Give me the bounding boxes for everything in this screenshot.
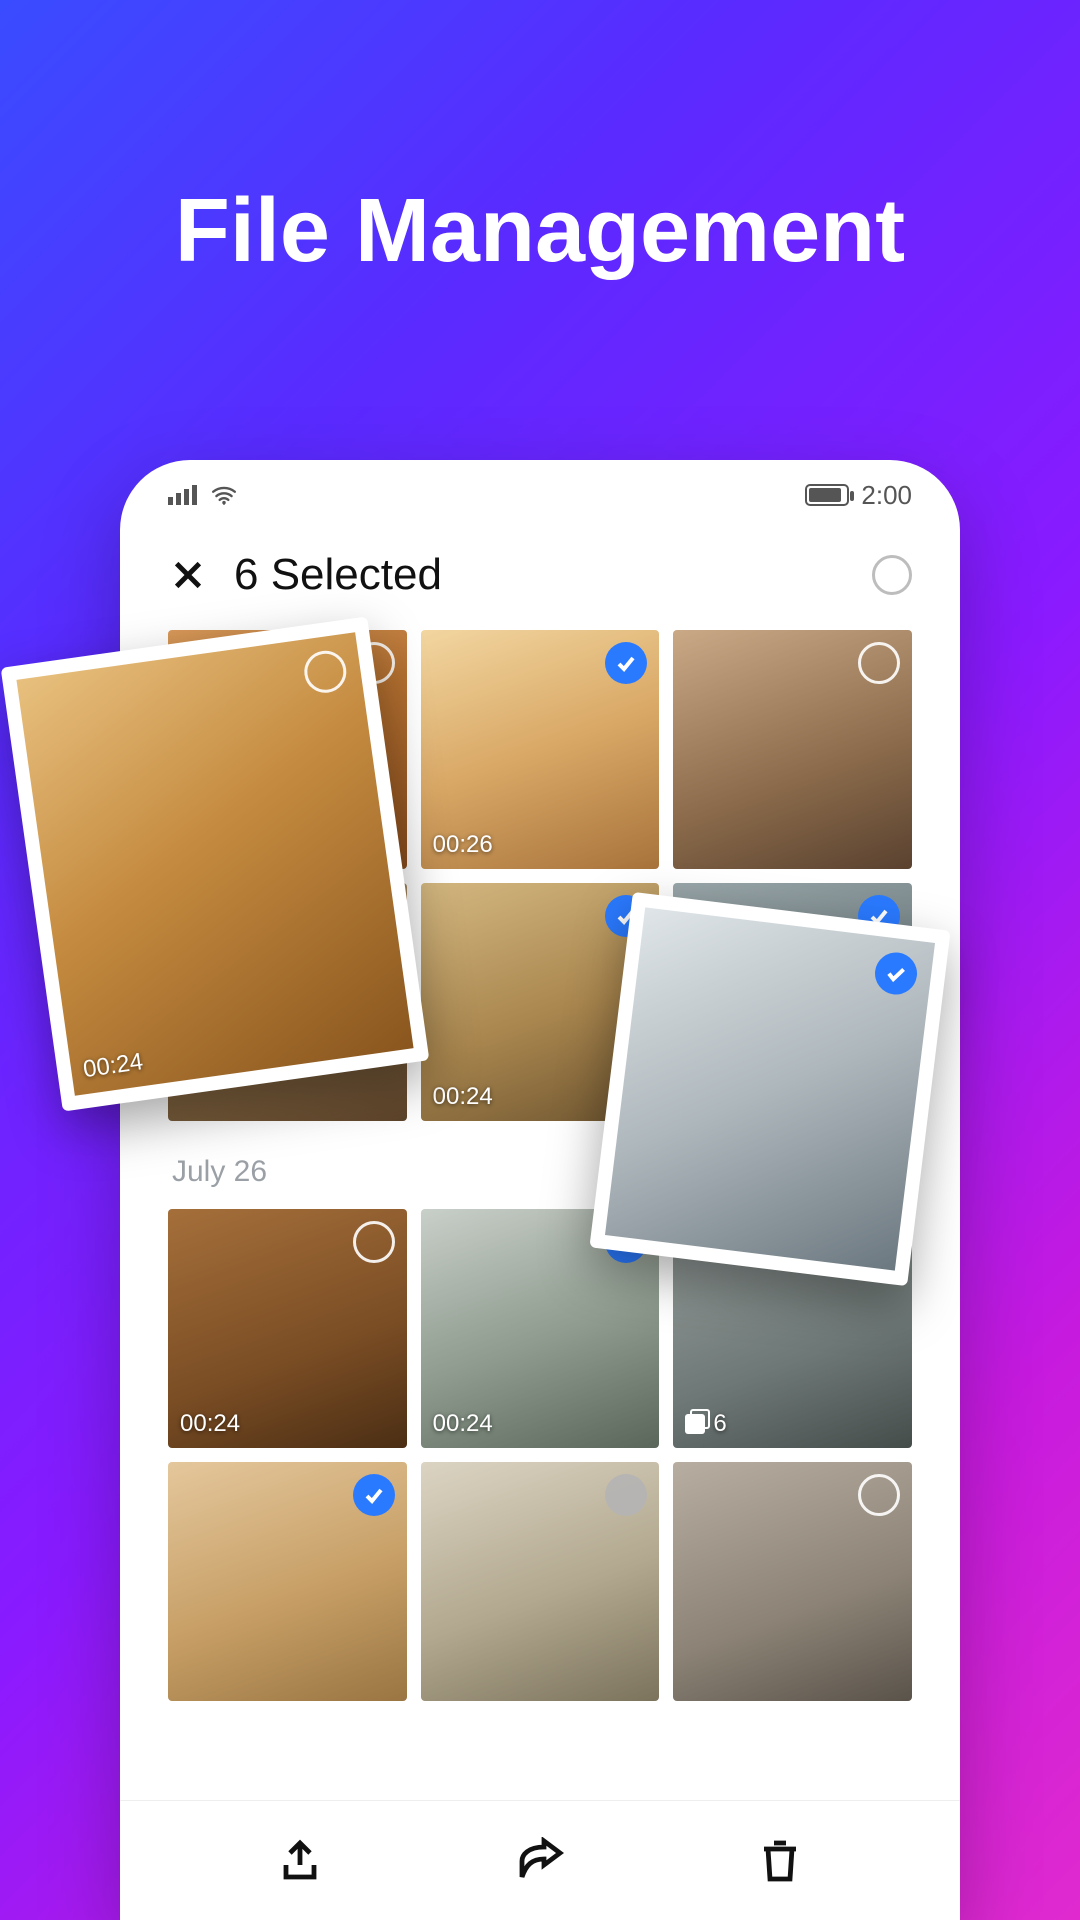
photo-stack-count-badge: 6 (685, 1410, 726, 1438)
photo-thumb[interactable] (421, 1462, 660, 1701)
status-bar: 2:00 (120, 460, 960, 530)
selection-indicator-checked (873, 950, 920, 997)
close-button[interactable] (168, 555, 208, 595)
promo-background: File Management 2:00 6 Selected (0, 0, 1080, 1920)
floating-preview-card: 00:24 (1, 616, 430, 1111)
battery-icon (805, 484, 849, 506)
export-button[interactable] (272, 1833, 328, 1889)
photo-thumb[interactable] (673, 1462, 912, 1701)
delete-button[interactable] (752, 1833, 808, 1889)
photo-grid-section-2: 00:24 00:24 6 (168, 1209, 912, 1700)
video-duration-badge: 00:24 (81, 1048, 144, 1084)
share-button[interactable] (512, 1833, 568, 1889)
share-icon (516, 1837, 564, 1885)
video-duration-badge: 00:24 (433, 1410, 493, 1438)
selection-indicator-checked[interactable] (353, 1474, 395, 1516)
video-duration-badge: 00:24 (433, 1083, 493, 1111)
stack-icon (685, 1414, 705, 1434)
check-icon (614, 651, 638, 675)
app-bar: 6 Selected (120, 530, 960, 630)
selection-indicator-empty[interactable] (858, 642, 900, 684)
floating-preview-card (589, 892, 950, 1286)
photo-thumb[interactable] (673, 630, 912, 869)
close-icon (171, 558, 205, 592)
cellular-signal-icon (168, 485, 197, 505)
selection-indicator-empty[interactable] (353, 1221, 395, 1263)
status-left (168, 485, 237, 505)
selection-indicator-empty[interactable] (858, 1474, 900, 1516)
floating-preview-image: 00:24 (16, 632, 413, 1096)
export-icon (276, 1837, 324, 1885)
floating-preview-image (605, 907, 935, 1270)
selection-count-title: 6 Selected (234, 550, 872, 600)
photo-thumb[interactable]: 00:26 (421, 630, 660, 869)
select-all-toggle[interactable] (872, 555, 912, 595)
status-time: 2:00 (861, 480, 912, 511)
check-icon (883, 960, 910, 987)
video-duration-badge: 00:24 (180, 1410, 240, 1438)
video-duration-badge: 00:26 (433, 831, 493, 859)
bottom-action-bar (120, 1800, 960, 1920)
check-icon (362, 1483, 386, 1507)
wifi-icon (211, 485, 237, 505)
status-right: 2:00 (805, 480, 912, 511)
photo-thumb[interactable] (168, 1462, 407, 1701)
photo-thumb[interactable]: 00:24 (168, 1209, 407, 1448)
selection-indicator-empty (302, 648, 349, 695)
promo-headline: File Management (0, 180, 1080, 283)
trash-icon (756, 1837, 804, 1885)
